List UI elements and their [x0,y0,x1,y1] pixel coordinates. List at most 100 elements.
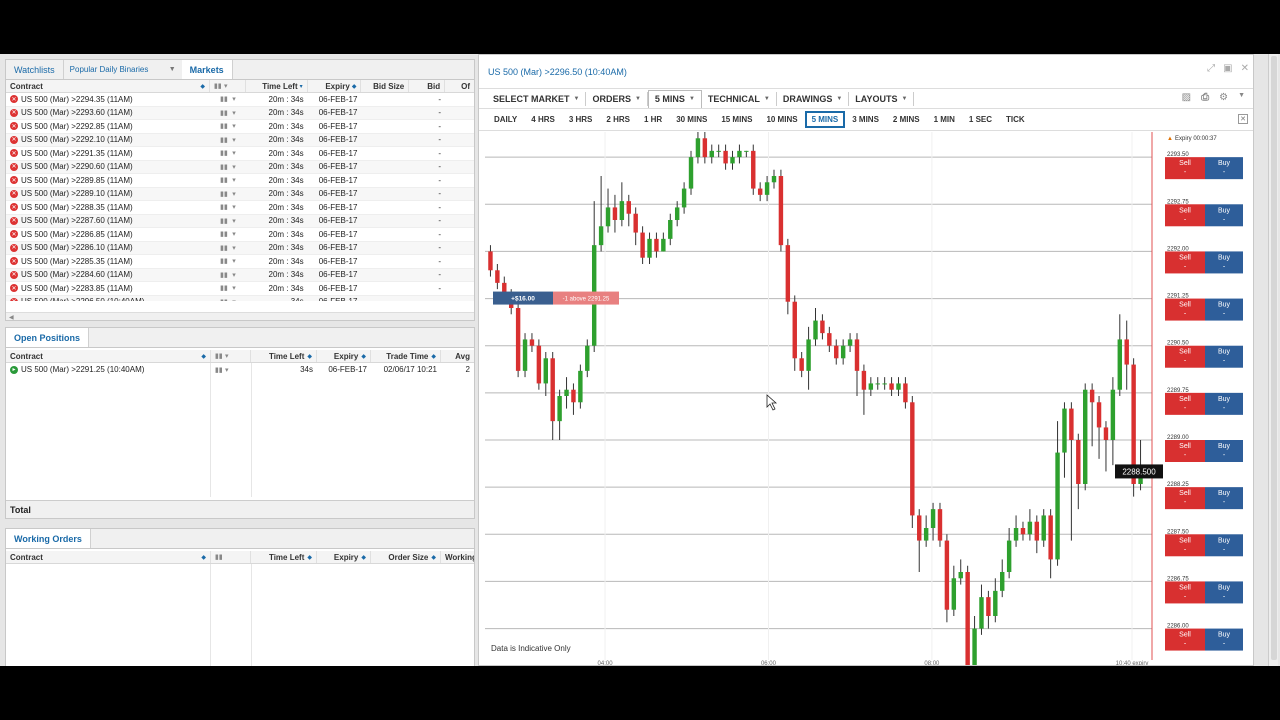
menu-layouts[interactable]: LAYOUTS ▼ [849,91,915,106]
row-contract[interactable]: ✕ US 500 (Mar) >2288.35 (11AM) [6,201,210,214]
row-contract[interactable]: ✕ US 500 (Mar) >2286.85 (11AM) [6,228,210,241]
chevron-down-icon[interactable]: ▾ [232,203,236,211]
row-offer[interactable] [445,201,474,214]
table-row[interactable]: ✕ US 500 (Mar) >2292.85 (11AM) ▮▮ ▾ 20m : 3… [6,120,474,134]
tab-markets[interactable]: Markets [181,60,233,79]
chart-icon[interactable]: ▮▮ [220,271,228,279]
timeframe-2-hrs[interactable]: 2 HRS [599,112,637,127]
popout-icon[interactable]: ⤢ [1207,63,1215,74]
chart-icon[interactable]: ▮▮ [220,284,228,292]
table-row[interactable]: ✕ US 500 (Mar) >2286.85 (11AM) ▮▮ ▾ 20m : 3… [6,228,474,242]
row-offer[interactable] [445,296,474,302]
chevron-down-icon[interactable]: ▾ [232,298,236,301]
remove-icon[interactable]: ✕ [10,243,18,252]
chevron-down-icon[interactable]: ▼ [1238,92,1245,103]
row-contract[interactable]: ✕ US 500 (Mar) >2289.85 (11AM) [6,174,210,187]
row-offer[interactable] [445,120,474,133]
remove-icon[interactable]: ✕ [10,297,18,301]
col-time-left[interactable]: Time Left ▾ [246,80,308,92]
table-row[interactable]: ✕ US 500 (Mar) >2289.85 (11AM) ▮▮ ▾ 20m : 3… [6,174,474,188]
table-row[interactable]: ✕ US 500 (Mar) >2293.60 (11AM) ▮▮ ▾ 20m : 3… [6,106,474,120]
col-working[interactable]: Working [441,551,474,563]
chart-icon[interactable]: ▮▮ [220,95,228,103]
col-contract[interactable]: Contract ◆ [6,551,211,563]
row-bid[interactable]: - [409,174,445,187]
chevron-down-icon[interactable]: ▾ [232,257,236,265]
row-tools[interactable]: ▮▮ ▾ [210,174,246,187]
menu-interval[interactable]: 5 MINS ▼ [647,89,702,108]
chart-icon[interactable]: ▮▮ [220,190,228,198]
col-order-size[interactable]: Order Size ◆ [371,551,441,563]
image-icon[interactable]: ▨ [1182,92,1191,103]
chart-icon[interactable]: ▮▮ [220,136,228,144]
chart-icon[interactable]: ▮▮ [220,109,228,117]
vertical-scrollbar[interactable] [1268,54,1278,666]
row-offer[interactable] [445,161,474,174]
candlestick-chart[interactable]: 04:00 06:00 08:00 10:40 expiry +$16.00 -1 abo… [485,132,1247,666]
table-row[interactable]: ✕ US 500 (Mar) >2286.10 (11AM) ▮▮ ▾ 20m : 3… [6,241,474,255]
chevron-down-icon[interactable]: ▾ [232,149,236,157]
row-bid[interactable]: - [409,282,445,295]
menu-technical[interactable]: TECHNICAL ▼ [702,91,777,106]
chevron-down-icon[interactable]: ▾ [232,217,236,225]
col-offer[interactable]: Of [445,80,474,92]
row-offer[interactable] [445,188,474,201]
row-offer[interactable] [445,215,474,228]
col-expiry[interactable]: Expiry ◆ [317,551,371,563]
row-contract[interactable]: ✕ US 500 (Mar) >2293.60 (11AM) [6,107,210,120]
tab-open-positions[interactable]: Open Positions [6,328,90,347]
row-tools[interactable]: ▮▮ ▾ [210,296,246,301]
row-offer[interactable] [445,255,474,268]
table-row[interactable]: ✕ US 500 (Mar) >2288.35 (11AM) ▮▮ ▾ 20m : 3… [6,201,474,215]
col-expiry[interactable]: Expiry ◆ [317,350,371,362]
table-row[interactable]: ✕ US 500 (Mar) >2283.85 (11AM) ▮▮ ▾ 20m : 3… [6,282,474,296]
col-time-left[interactable]: Time Left ◆ [251,551,317,563]
row-tools[interactable]: ▮▮ ▾ [210,120,246,133]
col-trade-time[interactable]: Trade Time ◆ [371,350,441,362]
remove-icon[interactable]: ✕ [10,122,18,131]
timeframe-tick[interactable]: TICK [999,112,1032,127]
col-time-left[interactable]: Time Left ◆ [251,350,317,362]
horizontal-scrollbar[interactable]: ◀ [6,312,474,320]
row-tools[interactable]: ▮▮ ▾ [210,201,246,214]
col-contract[interactable]: Contract ◆ [6,80,211,92]
chart-icon[interactable]: ▮▮ [220,298,228,301]
remove-icon[interactable]: ✕ [10,135,18,144]
row-tools[interactable]: ▮▮ ▾ [210,147,246,160]
remove-icon[interactable]: ✕ [10,108,18,117]
row-bid[interactable]: - [409,228,445,241]
row-offer[interactable] [445,147,474,160]
row-offer[interactable] [445,107,474,120]
remove-icon[interactable]: ✕ [10,149,18,158]
row-contract[interactable]: ✕US 500 (Mar) >2296.50 (10:40AM) [6,296,210,301]
row-tools[interactable]: ▮▮ ▾ [210,228,246,241]
row-tools[interactable]: ▮▮ ▾ [210,282,246,295]
row-bid[interactable]: - [409,147,445,160]
row-bid[interactable]: - [409,296,445,301]
col-avg[interactable]: Avg [441,350,474,362]
row-contract[interactable]: ✕ US 500 (Mar) >2286.10 (11AM) [6,242,210,255]
table-row[interactable]: ✕ US 500 (Mar) >2290.60 (11AM) ▮▮ ▾ 20m : 3… [6,160,474,174]
row-contract[interactable]: ✕ US 500 (Mar) >2292.85 (11AM) [6,120,210,133]
row-bid[interactable]: - [409,242,445,255]
chart-icon[interactable]: ▮▮ [220,257,228,265]
position-tools[interactable]: ▮▮ ▾ [211,363,251,377]
timeframe-15-mins[interactable]: 15 MINS [714,112,759,127]
col-expiry[interactable]: Expiry ◆ [308,80,362,92]
row-bid[interactable]: - [409,201,445,214]
remove-icon[interactable]: ✕ [10,257,18,266]
chevron-down-icon[interactable]: ▾ [232,190,236,198]
row-tools[interactable]: ▮▮ ▾ [210,161,246,174]
row-offer[interactable] [445,174,474,187]
row-bid[interactable]: - [409,93,445,106]
chart-icon[interactable]: ▮▮ [220,176,228,184]
row-contract[interactable]: ✕ US 500 (Mar) >2283.85 (11AM) [6,282,210,295]
menu-drawings[interactable]: DRAWINGS ▼ [777,91,850,106]
row-bid[interactable]: - [409,188,445,201]
chevron-down-icon[interactable]: ▾ [232,176,236,184]
row-tools[interactable]: ▮▮ ▾ [210,93,246,106]
print-icon[interactable]: ⎙ [1201,92,1209,103]
table-row[interactable]: ✕ US 500 (Mar) >2291.35 (11AM) ▮▮ ▾ 20m : 3… [6,147,474,161]
chevron-left-icon[interactable]: ◀ [9,314,14,320]
row-contract[interactable]: ✕ US 500 (Mar) >2289.10 (11AM) [6,188,210,201]
